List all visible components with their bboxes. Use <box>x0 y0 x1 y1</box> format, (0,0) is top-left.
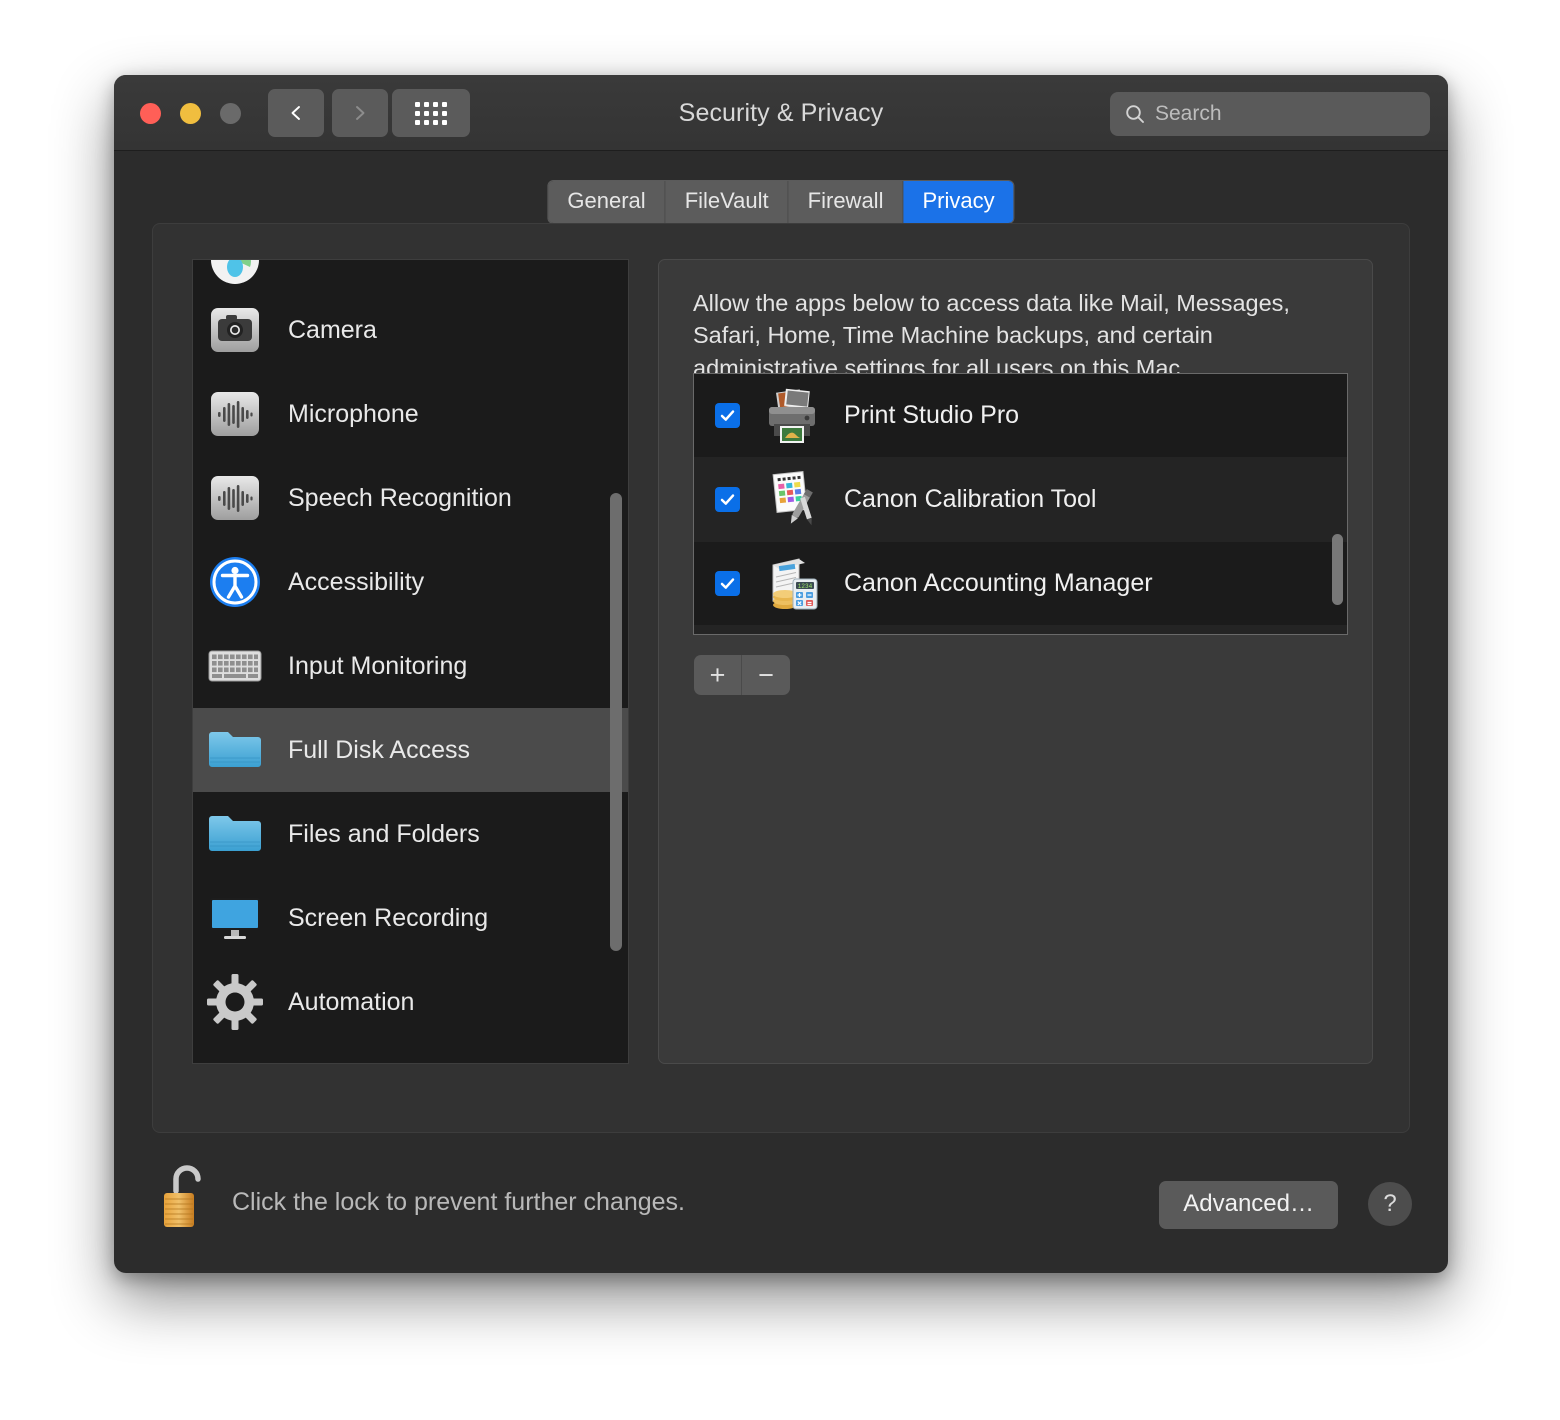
sidebar-item-screen-recording[interactable]: Screen Recording <box>193 876 628 960</box>
sidebar-scrollbar-thumb[interactable] <box>610 493 622 951</box>
app-permissions-pane: Allow the apps below to access data like… <box>658 259 1373 1064</box>
sidebar-item-speech-recognition[interactable]: Speech Recognition <box>193 456 628 540</box>
microphone-icon <box>207 386 263 442</box>
app-list-scrollbar-thumb[interactable] <box>1332 534 1343 605</box>
lock-status-text: Click the lock to prevent further change… <box>232 1188 685 1217</box>
sidebar-item-photos[interactable] <box>193 260 628 288</box>
table-row[interactable]: i Media Configuration Tool <box>694 626 1347 635</box>
checkmark-icon <box>719 407 736 424</box>
app-permission-checkbox[interactable] <box>715 403 740 428</box>
sidebar-item-label: Files and Folders <box>288 820 480 849</box>
add-app-button[interactable]: + <box>694 655 742 695</box>
sidebar-item-files-and-folders[interactable]: Files and Folders <box>193 792 628 876</box>
folder-icon <box>207 806 263 862</box>
sidebar-item-label: Speech Recognition <box>288 484 512 513</box>
sidebar-item-label: Screen Recording <box>288 904 488 933</box>
remove-app-button[interactable]: − <box>742 655 790 695</box>
sidebar-scroll-content: Camera <box>193 260 628 1063</box>
system-preferences-window: Security & Privacy Search General FileVa… <box>114 75 1448 1273</box>
checkmark-icon <box>719 575 736 592</box>
gear-icon <box>207 974 263 1030</box>
window-bottom-bar: Click the lock to prevent further change… <box>114 1133 1448 1273</box>
sidebar-item-accessibility[interactable]: Accessibility <box>193 540 628 624</box>
svg-text:1234: 1234 <box>798 583 813 590</box>
privacy-content-panel: Camera <box>152 223 1410 1133</box>
app-name: Canon Calibration Tool <box>844 485 1096 514</box>
tab-privacy[interactable]: Privacy <box>903 181 1013 223</box>
display-icon <box>207 890 263 946</box>
app-name: Canon Accounting Manager <box>844 569 1153 598</box>
sidebar-item-full-disk-access[interactable]: Full Disk Access <box>193 708 628 792</box>
canon-accounting-manager-icon: 1234 <box>761 553 823 615</box>
window-titlebar: Security & Privacy Search <box>114 75 1448 151</box>
screenshot-root: Security & Privacy Search General FileVa… <box>0 0 1560 1420</box>
app-name: Print Studio Pro <box>844 401 1019 430</box>
sidebar-item-label: Input Monitoring <box>288 652 467 681</box>
search-placeholder: Search <box>1155 102 1222 126</box>
help-button[interactable]: ? <box>1368 1182 1412 1226</box>
canon-calibration-tool-icon <box>761 469 823 531</box>
sidebar-item-input-monitoring[interactable]: Input Monitoring <box>193 624 628 708</box>
sidebar-item-label: Accessibility <box>288 568 424 597</box>
app-permission-checkbox[interactable] <box>715 487 740 512</box>
permissions-description: Allow the apps below to access data like… <box>693 287 1348 387</box>
search-field[interactable]: Search <box>1110 92 1430 136</box>
add-remove-button-group: + − <box>694 655 790 695</box>
app-permission-checkbox[interactable] <box>715 571 740 596</box>
app-list-scrollbar[interactable] <box>1332 378 1343 630</box>
table-row[interactable]: Canon Calibration Tool <box>694 458 1347 542</box>
checkmark-icon <box>719 491 736 508</box>
photos-icon <box>207 260 263 288</box>
advanced-button[interactable]: Advanced… <box>1159 1181 1338 1229</box>
keyboard-icon <box>207 638 263 694</box>
sidebar-item-label: Camera <box>288 316 377 345</box>
sidebar-item-label: Microphone <box>288 400 419 429</box>
tab-firewall[interactable]: Firewall <box>789 181 904 223</box>
unlocked-padlock-icon <box>162 1161 214 1233</box>
sidebar-scrollbar[interactable] <box>610 260 622 1063</box>
camera-icon <box>207 302 263 358</box>
sidebar-item-label: Automation <box>288 988 414 1017</box>
tab-bar: General FileVault Firewall Privacy <box>547 180 1014 224</box>
tab-bar-region: General FileVault Firewall Privacy <box>114 151 1448 225</box>
table-row[interactable]: Print Studio Pro <box>694 374 1347 458</box>
print-studio-pro-icon <box>761 385 823 447</box>
speech-recognition-icon <box>207 470 263 526</box>
sidebar-item-automation[interactable]: Automation <box>193 960 628 1044</box>
search-icon <box>1124 103 1146 125</box>
folder-icon <box>207 722 263 778</box>
sidebar-item-microphone[interactable]: Microphone <box>193 372 628 456</box>
accessibility-icon <box>207 554 263 610</box>
privacy-category-sidebar[interactable]: Camera <box>192 259 629 1064</box>
table-row[interactable]: 1234 <box>694 542 1347 626</box>
tab-general[interactable]: General <box>548 181 665 223</box>
sidebar-item-label: Full Disk Access <box>288 736 470 765</box>
sidebar-item-camera[interactable]: Camera <box>193 288 628 372</box>
lock-button[interactable] <box>162 1161 214 1233</box>
allowed-apps-list[interactable]: Print Studio Pro <box>693 373 1348 635</box>
tab-filevault[interactable]: FileVault <box>666 181 789 223</box>
